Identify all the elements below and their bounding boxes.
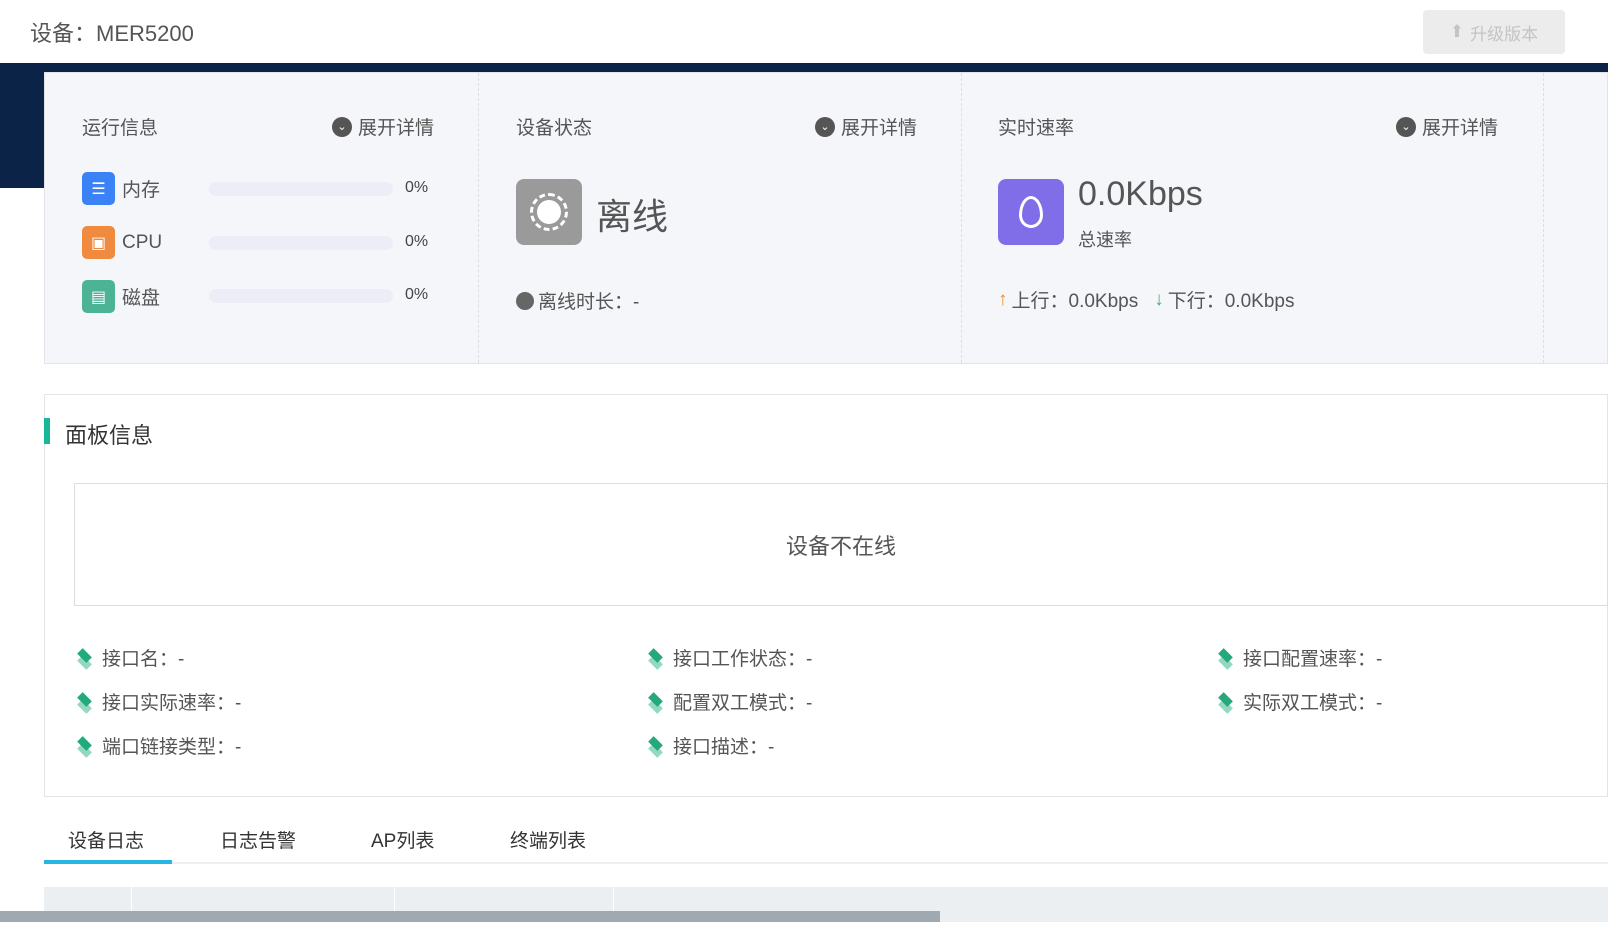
down-arrow-icon: ↓ [1154,288,1164,310]
disk-value: 0% [405,286,429,303]
status-card: 设备状态 ⌄ 展开详情 离线 离线时长：- [479,73,962,363]
interface-attribute: 接口配置速率：- [1215,644,1382,671]
cpu-chip-icon: ▣ [82,226,115,259]
interface-attribute: 配置双工模式：- [645,688,812,715]
attribute-text: 接口描述：- [673,737,775,758]
attribute-text: 接口名：- [102,649,185,670]
layers-icon [1215,691,1237,714]
upload-rate: 上行：0.0Kbps [1011,291,1139,312]
interface-attribute: 接口名：- [74,644,184,671]
memory-row: ☰ 内存 [82,172,160,205]
runtime-title: 运行信息 [82,118,159,139]
attribute-text: 实际双工模式：- [1243,693,1383,714]
section-accent [44,418,50,444]
attribute-text: 配置双工模式：- [673,693,813,714]
layers-icon [645,647,667,670]
total-rate-label: 总速率 [1078,230,1132,250]
resource-label: 内存 [122,180,161,201]
chevron-down-icon: ⌄ [815,116,835,137]
expand-label: 展开详情 [1422,118,1499,139]
disk-progress [209,289,393,303]
status-expand-button[interactable]: ⌄ 展开详情 [815,113,917,140]
cpu-row: ▣ CPU [82,226,162,259]
interface-attribute: 端口链接类型：- [74,732,241,759]
rate-expand-button[interactable]: ⌄ 展开详情 [1396,113,1498,140]
page-title: 设备：MER5200 [30,21,194,46]
layers-icon [74,691,96,714]
attribute-text: 接口工作状态：- [673,649,813,670]
upgrade-label: 升级版本 [1470,24,1539,44]
active-tab-indicator [44,860,172,864]
floppy-disk-icon: ▤ [82,280,115,313]
chevron-down-icon: ⌄ [332,116,352,137]
memory-value: 0% [405,179,429,196]
upload-arrow-icon: ⬆ [1449,22,1465,41]
cpu-progress [209,236,393,250]
layers-icon [74,735,96,758]
layers-icon [74,647,96,670]
status-title: 设备状态 [516,118,593,139]
tab-device-log[interactable]: 设备日志 [68,826,144,853]
tab-ap-list[interactable]: AP列表 [371,826,434,853]
attribute-text: 接口配置速率：- [1243,649,1383,670]
layers-icon [645,691,667,714]
expand-label: 展开详情 [841,118,918,139]
upgrade-button[interactable]: ⬆ 升级版本 [1423,10,1565,54]
disk-row: ▤ 磁盘 [82,280,160,313]
rate-title: 实时速率 [998,118,1075,139]
download-rate: 下行：0.0Kbps [1167,291,1295,312]
section-title: 面板信息 [65,423,154,448]
rate-card: 实时速率 ⌄ 展开详情 0.0Kbps 总速率 ↑ 上行：0.0Kbps ↓ 下行：0… [962,73,1544,363]
interface-attribute: 接口实际速率：- [74,688,241,715]
interface-attribute: 实际双工模式：- [1215,688,1382,715]
overview-panel: 运行信息 ⌄ 展开详情 ☰ 内存 0% ▣ CPU 0% ▤ 磁盘 0% 设备状态 ⌄ 展… [44,72,1608,364]
resource-label: CPU [122,231,163,253]
horizontal-scrollbar[interactable] [0,911,940,922]
cpu-value: 0% [405,233,429,250]
sidebar-block [0,63,44,188]
resource-label: 磁盘 [122,288,161,309]
memory-progress [209,182,393,196]
memory-icon: ☰ [82,172,115,205]
tab-terminal-list[interactable]: 终端列表 [510,826,586,853]
interface-attribute: 接口描述：- [645,732,774,759]
rate-breakdown: ↑ 上行：0.0Kbps ↓ 下行：0.0Kbps [998,286,1294,313]
water-drop-icon [998,179,1064,245]
tab-divider [44,862,1608,864]
up-arrow-icon: ↑ [998,288,1008,310]
layers-icon [1215,647,1237,670]
offline-duration: 离线时长：- [516,287,639,314]
total-rate: 0.0Kbps [1078,175,1203,213]
runtime-card: 运行信息 ⌄ 展开详情 ☰ 内存 0% ▣ CPU 0% ▤ 磁盘 0% [45,73,479,363]
expand-label: 展开详情 [358,118,435,139]
runtime-expand-button[interactable]: ⌄ 展开详情 [332,113,434,140]
tab-log-alarm[interactable]: 日志告警 [220,826,296,853]
chevron-down-icon: ⌄ [1396,116,1416,137]
offline-message-box: 设备不在线 [74,483,1608,606]
attribute-text: 端口链接类型：- [102,737,242,758]
duration-text: 离线时长：- [538,292,640,313]
offline-message: 设备不在线 [785,533,896,559]
interface-attribute: 接口工作状态：- [645,644,812,671]
status-state: 离线 [596,196,669,237]
layers-icon [645,735,667,758]
offline-icon [516,179,582,245]
attribute-text: 接口实际速率：- [102,693,242,714]
header-band [0,63,1608,72]
clock-icon [516,291,534,310]
